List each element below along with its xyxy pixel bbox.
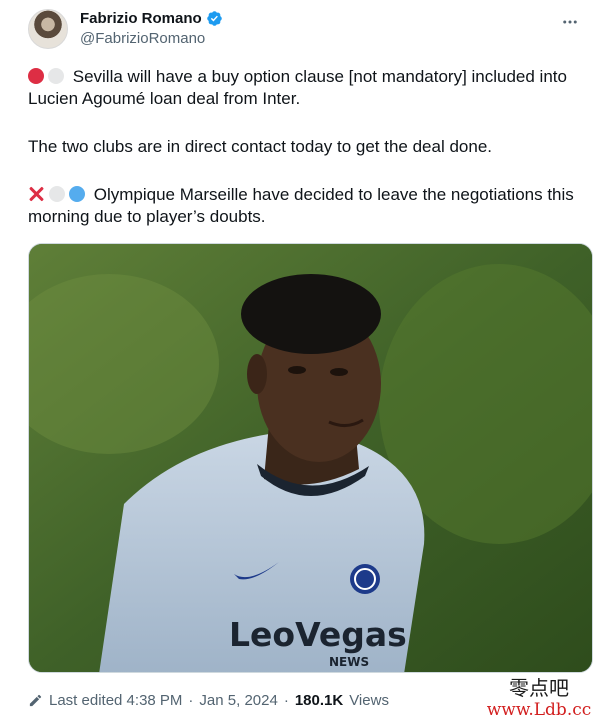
- tweet-footer: Last edited 4:38 PM · Jan 5, 2024 · 180.…: [28, 692, 389, 709]
- views-label: Views: [349, 692, 389, 709]
- shirt-sponsor-sub-text: NEWS: [329, 655, 369, 669]
- author-handle[interactable]: @FabrizioRomano: [80, 30, 205, 47]
- watermark-url: www.Ldb.cc: [486, 700, 592, 720]
- tweet-date[interactable]: Jan 5, 2024: [199, 692, 277, 709]
- tweet-paragraph-1: Sevilla will have a buy option clause [n…: [28, 66, 590, 110]
- pencil-icon: [29, 694, 42, 707]
- last-edited-link[interactable]: Last edited 4:38 PM: [49, 692, 182, 709]
- tweet-header: Fabrizio Romano @FabrizioRomano: [28, 8, 586, 52]
- tweet-paragraph-2: The two clubs are in direct contact toda…: [28, 136, 590, 158]
- tweet-photo[interactable]: LeoVegas NEWS: [28, 243, 593, 673]
- white-circle-icon: [48, 68, 64, 84]
- white-circle-icon: [49, 186, 65, 202]
- watermark: 零点吧 www.Ldb.cc: [484, 676, 594, 720]
- player-photo: LeoVegas NEWS: [29, 244, 592, 672]
- footer-separator-2: ·: [283, 692, 289, 709]
- tweet-text: Sevilla will have a buy option clause [n…: [28, 66, 590, 228]
- verified-badge-icon: [206, 11, 222, 26]
- tweet-paragraph-3-text: Olympique Marseille have decided to leav…: [28, 185, 574, 226]
- avatar[interactable]: [28, 9, 68, 49]
- tweet-paragraph-1-text: Sevilla will have a buy option clause [n…: [28, 67, 567, 108]
- author-name-row[interactable]: Fabrizio Romano: [80, 10, 223, 27]
- footer-separator: ·: [188, 692, 194, 709]
- cross-mark-icon: [28, 186, 45, 202]
- shirt-sponsor-text: LeoVegas: [229, 615, 407, 654]
- views-count: 180.1K: [294, 692, 344, 709]
- blue-circle-icon: [69, 186, 85, 202]
- tweet-paragraph-3: Olympique Marseille have decided to leav…: [28, 184, 590, 228]
- red-circle-icon: [28, 68, 44, 84]
- author-display-name[interactable]: Fabrizio Romano: [80, 10, 202, 27]
- tweet-paragraph-2-text: The two clubs are in direct contact toda…: [28, 137, 493, 156]
- watermark-chinese: 零点吧: [509, 676, 569, 700]
- more-horizontal-icon[interactable]: [560, 12, 580, 32]
